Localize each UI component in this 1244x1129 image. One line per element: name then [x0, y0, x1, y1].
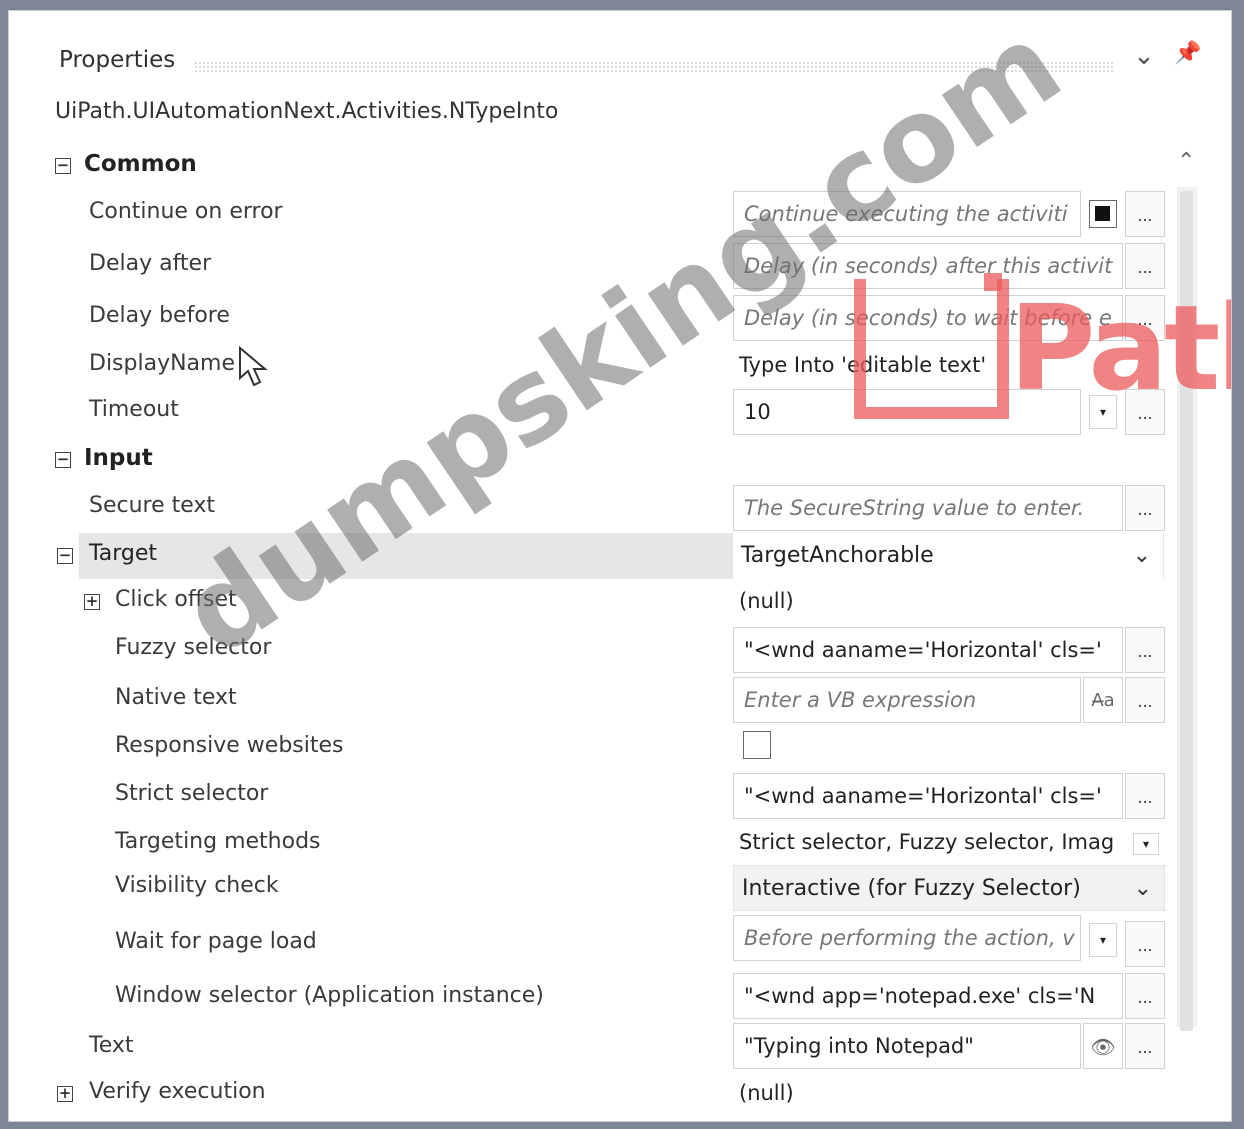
text-input[interactable]: "Typing into Notepad": [733, 1023, 1081, 1069]
native-text-ellipsis-button[interactable]: ...: [1125, 677, 1165, 723]
panel-title: Properties: [59, 47, 176, 73]
prop-label: Visibility check: [115, 873, 279, 898]
collapse-target-icon[interactable]: −: [57, 548, 73, 564]
category-label: Target: [89, 541, 158, 566]
secure-text-input[interactable]: The SecureString value to enter.: [733, 485, 1123, 531]
fuzzy-selector-input[interactable]: "<wnd aaname='Horizontal' cls=': [733, 627, 1123, 673]
responsive-websites-checkbox[interactable]: [743, 731, 771, 759]
text-case-icon[interactable]: A̶a: [1083, 677, 1123, 723]
prop-continue-on-error: Continue on error Continue executing the…: [49, 191, 1169, 237]
activity-class-name: UiPath.UIAutomationNext.Activities.NType…: [55, 99, 559, 124]
prop-label: Window selector (Application instance): [115, 983, 544, 1008]
continue-on-error-ellipsis-button[interactable]: ...: [1125, 191, 1165, 237]
native-text-input[interactable]: Enter a VB expression: [733, 677, 1081, 723]
fuzzy-selector-ellipsis-button[interactable]: ...: [1125, 627, 1165, 673]
target-type-value: TargetAnchorable: [741, 543, 934, 568]
collapse-common-icon[interactable]: −: [55, 158, 71, 174]
prop-secure-text: Secure text The SecureString value to en…: [49, 485, 1169, 531]
collapse-input-icon[interactable]: −: [55, 452, 71, 468]
mouse-cursor-icon: [239, 345, 268, 387]
prop-text: Text "Typing into Notepad" 👁 ...: [49, 1023, 1169, 1069]
prop-label: Wait for page load: [115, 929, 317, 954]
targeting-methods-value[interactable]: Strict selector, Fuzzy selector, Imag: [739, 830, 1127, 854]
target-type-select[interactable]: TargetAnchorable ⌄: [733, 533, 1163, 579]
prop-label: Timeout: [89, 397, 179, 422]
chevron-down-icon: ⌄: [1132, 543, 1151, 568]
prop-native-text: Native text Enter a VB expression A̶a ..…: [49, 677, 1169, 723]
prop-wait-for-page-load: Wait for page load Before performing the…: [49, 915, 1169, 967]
uipath-watermark-text: Path: [1009, 279, 1231, 417]
wait-for-page-load-input[interactable]: Before performing the action, v: [733, 915, 1081, 961]
prop-label: Native text: [115, 685, 237, 710]
prop-window-selector: Window selector (Application instance) "…: [49, 973, 1169, 1019]
prop-responsive-websites: Responsive websites: [49, 725, 1169, 771]
prop-label: Secure text: [89, 493, 216, 518]
window-selector-input[interactable]: "<wnd app='notepad.exe' cls='N: [733, 973, 1123, 1019]
visibility-check-select[interactable]: Interactive (for Fuzzy Selector) ⌄: [733, 865, 1165, 911]
prop-label: Continue on error: [89, 199, 283, 224]
prop-label: Delay after: [89, 251, 212, 276]
prop-label: Text: [89, 1033, 134, 1058]
prop-label: Verify execution: [89, 1079, 266, 1104]
window-selector-ellipsis-button[interactable]: ...: [1125, 973, 1165, 1019]
expand-click-offset-icon[interactable]: +: [84, 594, 100, 610]
uipath-watermark-dot: [984, 273, 1002, 291]
strict-selector-input[interactable]: "<wnd aaname='Horizontal' cls=': [733, 773, 1123, 819]
prop-label: Responsive websites: [115, 733, 344, 758]
text-ellipsis-button[interactable]: ...: [1125, 1023, 1165, 1069]
uipath-watermark-logo: [854, 279, 1009, 419]
category-label: Input: [84, 445, 153, 471]
prop-verify-execution: + Verify execution (null): [49, 1073, 1169, 1119]
prop-label: DisplayName: [89, 351, 235, 376]
visibility-check-value: Interactive (for Fuzzy Selector): [742, 876, 1081, 901]
scroll-up-chevron-icon[interactable]: ⌃: [1177, 149, 1195, 174]
pin-icon[interactable]: 📌: [1174, 41, 1201, 66]
expand-verify-execution-icon[interactable]: +: [57, 1086, 73, 1102]
category-input[interactable]: − Input: [49, 437, 1169, 483]
prop-label: Strict selector: [115, 781, 269, 806]
verify-execution-value: (null): [739, 1081, 794, 1105]
strict-selector-ellipsis-button[interactable]: ...: [1125, 773, 1165, 819]
wait-for-page-load-ellipsis-button[interactable]: ...: [1125, 921, 1165, 967]
prop-label: Targeting methods: [115, 829, 321, 854]
chevron-down-icon: ⌄: [1133, 876, 1152, 901]
prop-targeting-methods: Targeting methods Strict selector, Fuzzy…: [49, 821, 1169, 867]
targeting-methods-dropdown-button[interactable]: ▾: [1133, 833, 1159, 855]
continue-on-error-checkbox[interactable]: [1089, 200, 1117, 228]
prop-label: Delay before: [89, 303, 230, 328]
prop-visibility-check: Visibility check Interactive (for Fuzzy …: [49, 865, 1169, 911]
eye-slash-icon[interactable]: 👁: [1083, 1023, 1123, 1069]
properties-window: Properties ⌄ 📌 UiPath.UIAutomationNext.A…: [8, 10, 1232, 1122]
panel-menu-chevron-icon[interactable]: ⌄: [1133, 41, 1155, 71]
secure-text-ellipsis-button[interactable]: ...: [1125, 485, 1165, 531]
prop-strict-selector: Strict selector "<wnd aaname='Horizontal…: [49, 773, 1169, 819]
category-label: Common: [84, 151, 197, 177]
click-offset-value: (null): [739, 589, 794, 613]
wait-for-page-load-dropdown-button[interactable]: ▾: [1089, 923, 1117, 957]
